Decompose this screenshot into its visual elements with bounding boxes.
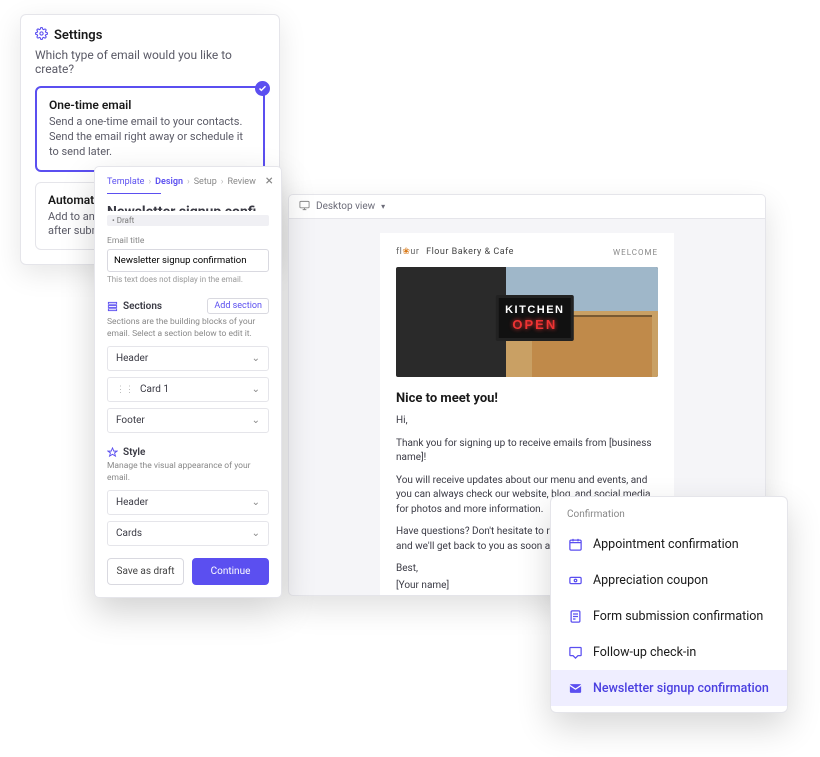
picker-item-followup[interactable]: Follow-up check-in [551,634,787,670]
chevron-down-icon: ⌄ [252,528,260,539]
editor-panel: × Template › Design › Setup › Review New… [94,166,282,598]
form-icon [567,608,583,624]
picker-item-appointment[interactable]: Appointment confirmation [551,526,787,562]
picker-label: Appointment confirmation [593,537,739,552]
welcome-label: WELCOME [613,248,658,257]
add-section-button[interactable]: Add section [207,298,269,314]
calendar-icon [567,536,583,552]
picker-item-coupon[interactable]: Appreciation coupon [551,562,787,598]
drag-handle-icon[interactable]: ⋮⋮ [116,385,134,395]
coupon-icon [567,572,583,588]
settings-header: Settings [35,27,265,44]
mail-icon [567,680,583,696]
style-row-header[interactable]: Header ⌄ [107,490,269,515]
chevron-down-icon: ⌄ [252,415,260,426]
check-icon [255,81,270,96]
section-row-header[interactable]: Header ⌄ [107,346,269,371]
brand-name: fl❀ur Flour Bakery & Cafe [396,247,514,257]
email-heading: Nice to meet you! [396,391,658,406]
page-title: Newsletter signup confir… [107,204,269,211]
option-one-time[interactable]: One-time email Send a one-time email to … [35,86,265,172]
picker-item-form[interactable]: Form submission confirmation [551,598,787,634]
field-hint: This text does not display in the email. [107,275,269,284]
template-picker: Confirmation Appointment confirmation Ap… [550,496,788,713]
settings-title: Settings [54,28,102,43]
sections-sub: Sections are the building blocks of your… [107,317,269,340]
status-badge: • Draft [107,215,269,226]
chevron-down-icon: ▾ [381,202,385,211]
email-paragraph: Thank you for signing up to receive emai… [396,437,658,466]
email-paragraph: Hi, [396,414,658,429]
crumb-review[interactable]: Review [227,177,255,187]
save-draft-button[interactable]: Save as draft [107,558,184,585]
crumb-design[interactable]: Design [155,177,183,187]
hero-image: KITCHEN OPEN [396,267,658,377]
gear-icon [35,27,48,44]
settings-subtitle: Which type of email would you like to cr… [35,48,265,76]
option-desc: Send a one-time email to your contacts. … [49,115,251,160]
chevron-down-icon: ⌄ [252,353,260,364]
continue-button[interactable]: Continue [192,558,269,585]
crumb-template[interactable]: Template [107,177,144,187]
chevron-down-icon: ⌄ [252,384,260,395]
preview-toolbar: Desktop view ▾ [289,195,765,219]
section-row-footer[interactable]: Footer ⌄ [107,408,269,433]
desktop-icon [299,200,310,214]
picker-label: Appreciation coupon [593,573,708,588]
option-title: One-time email [49,98,251,112]
style-row-cards[interactable]: Cards ⌄ [107,521,269,546]
sections-heading: Sections [107,301,162,312]
picker-heading: Confirmation [551,509,787,526]
view-mode-label[interactable]: Desktop view [316,201,375,212]
style-heading: Style [107,447,145,458]
field-label: Email title [107,236,269,246]
close-icon[interactable]: × [266,173,273,189]
picker-label: Follow-up check-in [593,645,696,660]
style-sub: Manage the visual appearance of your ema… [107,461,269,484]
chat-icon [567,644,583,660]
picker-label: Newsletter signup confirmation [593,681,769,696]
picker-label: Form submission confirmation [593,609,763,624]
picker-item-newsletter[interactable]: Newsletter signup confirmation [551,670,787,706]
chevron-down-icon: ⌄ [252,497,260,508]
email-title-input[interactable] [107,249,269,272]
section-row-card1[interactable]: ⋮⋮Card 1 ⌄ [107,377,269,402]
neon-sign: KITCHEN OPEN [496,295,574,341]
crumb-setup[interactable]: Setup [194,177,217,187]
